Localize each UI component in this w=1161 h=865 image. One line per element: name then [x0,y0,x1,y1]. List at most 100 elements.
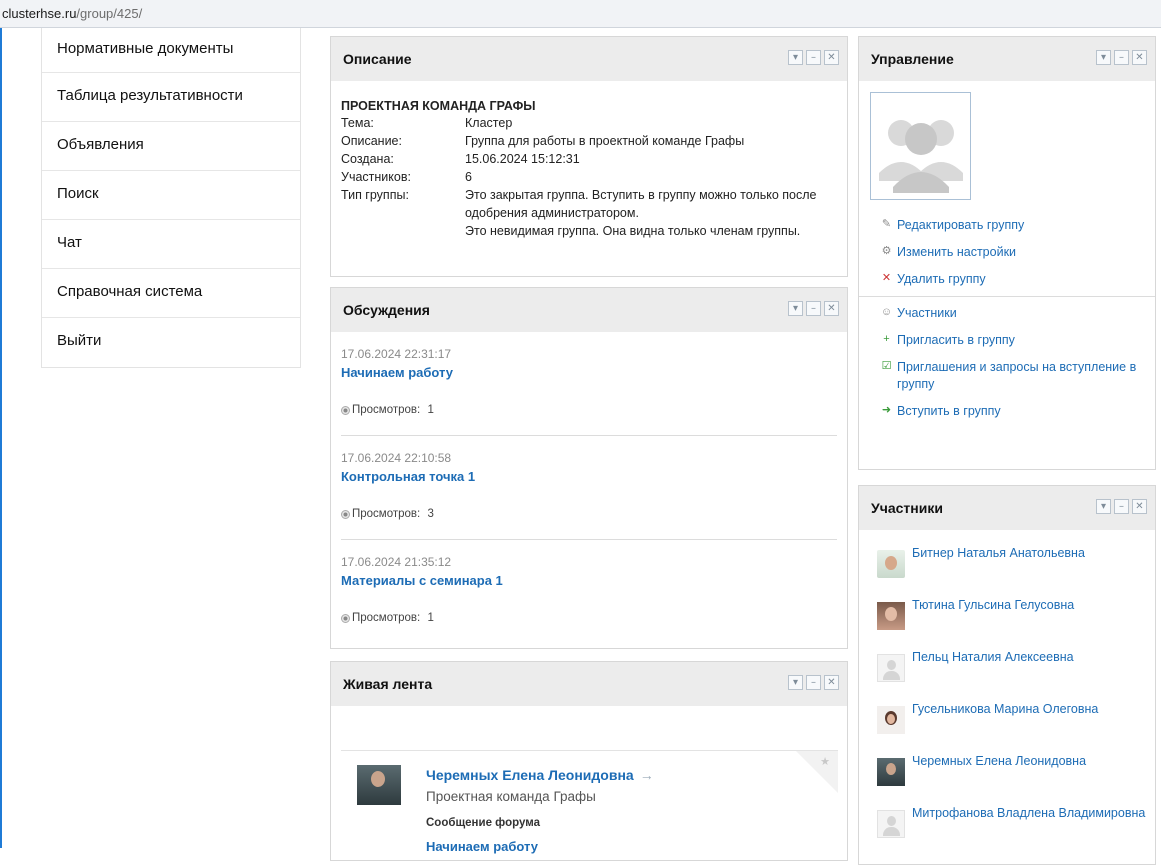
feed-type: Сообщение форума [426,817,540,829]
desc-value: Группа для работы в проектной команде Гр… [465,134,745,148]
feed-author[interactable]: Черемных Елена Леонидовна → [426,767,654,783]
close-button[interactable]: ✕ [824,675,839,690]
avatar [877,602,905,630]
nav-item-performance-table[interactable]: Таблица результативности [42,73,300,122]
desc-value: 15.06.2024 15:12:31 [465,152,580,166]
link-label[interactable]: Удалить группу [897,271,986,288]
member-name[interactable]: Митрофанова Владлена Владимировна [912,806,1145,820]
widget-controls: ▾ – ✕ [788,50,839,65]
invite-link[interactable]: + Пригласить в группу [879,332,1149,349]
avatar [877,706,905,734]
change-settings-link[interactable]: ⚙ Изменить настройки [879,244,1149,261]
desc-row: Описание: Группа для работы в проектной к… [341,132,837,150]
collapse-button[interactable]: ▾ [788,301,803,316]
group-users-icon [879,120,963,193]
member-name[interactable]: Тютина Гульсина Гелусовна [912,598,1074,612]
nav-item-search[interactable]: Поиск [42,171,300,220]
desc-value: Это невидимая группа. Она видна только ч… [465,224,801,238]
arrow-right-icon: → [639,767,654,783]
address-bar[interactable]: clusterhse.ru/group/425/ [0,0,1161,28]
link-label[interactable]: Вступить в группу [897,403,1001,420]
eye-icon [341,613,350,623]
widget-header: Живая лента ▾ – ✕ [331,662,847,706]
link-label[interactable]: Пригласить в группу [897,332,1015,349]
link-label[interactable]: Участники [897,305,957,322]
member-name[interactable]: Черемных Елена Леонидовна [912,754,1086,768]
desc-row: Тема: Кластер [341,114,837,132]
members-link[interactable]: ☺ Участники [879,305,1149,322]
desc-row: Это невидимая группа. Она видна только ч… [341,222,837,240]
widget-controls: ▾ – ✕ [788,675,839,690]
widget-title: Обсуждения [343,302,430,318]
feed-corner [796,751,838,793]
desc-value: Это закрытая группа. Вступить в группу м… [465,188,817,220]
avatar [877,810,905,838]
join-icon: ➜ [881,403,892,416]
live-feed-widget: Живая лента ▾ – ✕ ★ Черемных Елена Леони… [330,661,848,861]
nav-item-logout[interactable]: Выйти [42,318,300,367]
eye-icon [341,509,350,519]
widget-title: Участники [871,500,943,516]
discussion-date: 17.06.2024 21:35:12 [341,555,452,569]
member-name[interactable]: Гусельникова Марина Олеговна [912,702,1098,716]
widget-title: Живая лента [343,676,433,692]
discussions-widget: Обсуждения ▾ – ✕ 17.06.2024 22:31:17 Нач… [330,287,848,649]
views-value: 1 [427,404,434,416]
feed-group: Проектная команда Графы [426,789,596,804]
discussion-link[interactable]: Начинаем работу [341,365,837,380]
widget-title: Описание [343,51,412,67]
link-label[interactable]: Изменить настройки [897,244,1016,261]
invite-icon: + [883,332,890,345]
close-button[interactable]: ✕ [1132,50,1147,65]
collapse-button[interactable]: ▾ [1096,499,1111,514]
minimize-button[interactable]: – [1114,499,1129,514]
discussion-date: 17.06.2024 22:31:17 [341,347,452,361]
desc-value: Кластер [465,116,513,130]
desc-row: Создана: 15.06.2024 15:12:31 [341,150,837,168]
requests-link[interactable]: ☑ Приглашения и запросы на вступление в г… [879,359,1149,393]
minimize-button[interactable]: – [806,675,821,690]
feed-link[interactable]: Начинаем работу [426,839,538,854]
link-label[interactable]: Редактировать группу [897,217,1024,234]
nav-item-help[interactable]: Справочная система [42,269,300,318]
discussion-link[interactable]: Контрольная точка 1 [341,469,837,484]
description-body: ПРОЕКТНАЯ КОМАНДА ГРАФЫ Тема: Кластер Опи… [331,81,847,240]
desc-key: Создана: [341,152,394,166]
close-button[interactable]: ✕ [824,50,839,65]
avatar [357,765,401,805]
discussion-date: 17.06.2024 22:10:58 [341,451,452,465]
star-icon[interactable]: ★ [820,755,830,768]
description-widget: Описание ▾ – ✕ ПРОЕКТНАЯ КОМАНДА ГРАФЫ Т… [330,36,848,277]
member-name[interactable]: Битнер Наталья Анатольевна [912,546,1085,560]
sidebar-nav: Нормативные документы Таблица результати… [41,28,301,368]
delete-group-link[interactable]: ✕ Удалить группу [879,271,1149,288]
minimize-button[interactable]: – [806,50,821,65]
nav-item-chat[interactable]: Чат [42,220,300,269]
collapse-button[interactable]: ▾ [788,50,803,65]
edit-group-link[interactable]: ✎ Редактировать группу [879,217,1149,234]
close-button[interactable]: ✕ [1132,499,1147,514]
nav-item-normative-docs[interactable]: Нормативные документы [42,28,300,73]
widget-controls: ▾ – ✕ [1096,50,1147,65]
link-label[interactable]: Приглашения и запросы на вступление в гр… [897,359,1149,393]
views-count: Просмотров: 1 [341,404,837,416]
avatar [877,758,905,786]
nav-item-announcements[interactable]: Объявления [42,122,300,171]
discussions-list: 17.06.2024 22:31:17 Начинаем работу Прос… [331,332,847,644]
desc-row: Участников: 6 [341,168,837,186]
collapse-button[interactable]: ▾ [788,675,803,690]
feed-author-name[interactable]: Черемных Елена Леонидовна [426,767,634,783]
widget-header: Обсуждения ▾ – ✕ [331,288,847,332]
minimize-button[interactable]: – [806,301,821,316]
discussion-item: 17.06.2024 22:10:58 Контрольная точка 1 … [341,436,837,540]
widget-controls: ▾ – ✕ [1096,499,1147,514]
settings-icon: ⚙ [881,244,892,257]
collapse-button[interactable]: ▾ [1096,50,1111,65]
eye-icon [341,405,350,415]
join-group-link[interactable]: ➜ Вступить в группу [879,403,1149,420]
views-count: Просмотров: 3 [341,508,837,520]
minimize-button[interactable]: – [1114,50,1129,65]
close-button[interactable]: ✕ [824,301,839,316]
discussion-link[interactable]: Материалы с семинара 1 [341,573,837,588]
member-name[interactable]: Пельц Наталия Алексеевна [912,650,1074,664]
